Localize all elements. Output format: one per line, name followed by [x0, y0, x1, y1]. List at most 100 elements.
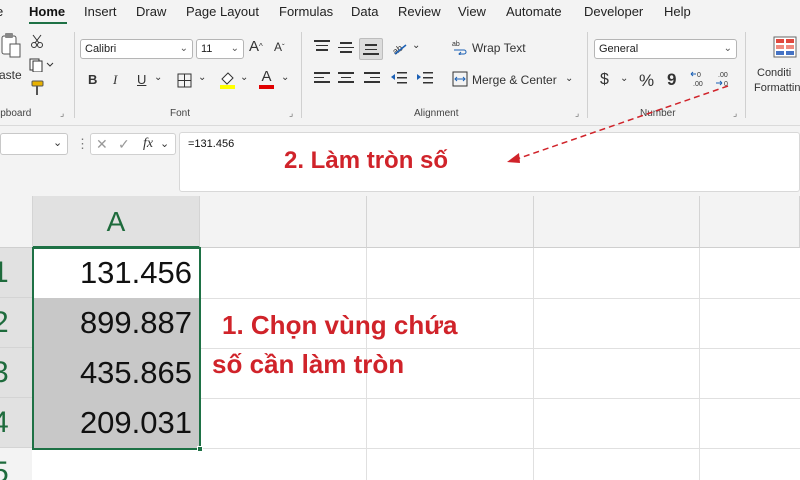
cut-icon[interactable] [30, 34, 44, 48]
clipboard-launcher-icon[interactable]: ⌟ [60, 108, 64, 119]
more-options-icon[interactable]: ⋮ [76, 136, 89, 152]
selection-border [32, 247, 201, 450]
conditional-formatting-label-1[interactable]: Conditi [757, 67, 791, 79]
column-header[interactable] [534, 196, 700, 248]
font-launcher-icon[interactable]: ⌟ [289, 108, 293, 119]
decrease-indent-icon[interactable] [390, 70, 408, 86]
annotation-step2: 2. Làm tròn số [284, 147, 449, 174]
chevron-down-icon[interactable]: ⌄ [412, 40, 420, 51]
increase-indent-icon[interactable] [416, 70, 434, 86]
tab-insert[interactable]: Insert [84, 4, 117, 19]
tab-help[interactable]: Help [664, 4, 691, 19]
currency-button[interactable]: $ [600, 71, 609, 89]
decrease-decimal-icon[interactable]: .00 0 [715, 69, 733, 89]
column-header[interactable] [200, 196, 367, 248]
chevron-down-icon[interactable]: ⌄ [565, 73, 573, 84]
name-box[interactable]: ⌄ [0, 133, 68, 155]
column-header[interactable] [367, 196, 534, 248]
italic-button[interactable]: I [113, 72, 117, 88]
chevron-down-icon[interactable]: ⌄ [198, 72, 206, 83]
tab-draw[interactable]: Draw [136, 4, 166, 19]
excel-window: e Home Insert Draw Page Layout Formulas … [0, 0, 800, 480]
format-painter-icon[interactable] [30, 80, 46, 96]
group-divider [301, 32, 302, 118]
tab-review[interactable]: Review [398, 4, 441, 19]
cancel-icon[interactable]: ✕ [96, 136, 108, 153]
middle-align-icon[interactable] [338, 42, 354, 56]
align-center-icon[interactable] [338, 72, 354, 86]
column-header-a[interactable]: A [33, 196, 200, 248]
row-header[interactable]: 4 [0, 398, 32, 448]
ribbon-tabs: e Home Insert Draw Page Layout Formulas … [0, 0, 800, 24]
chevron-down-icon[interactable]: ⌄ [620, 73, 628, 84]
increase-font-size-button[interactable]: A ^ [249, 38, 263, 55]
svg-text:0: 0 [697, 72, 701, 79]
top-align-icon[interactable] [314, 40, 330, 54]
paste-icon[interactable] [0, 32, 22, 60]
tab-page-layout[interactable]: Page Layout [186, 4, 259, 19]
tab-home[interactable]: Home [29, 4, 65, 19]
align-right-icon[interactable] [364, 72, 380, 86]
borders-icon[interactable] [177, 73, 192, 88]
tab-data[interactable]: Data [351, 4, 378, 19]
insert-function-button[interactable]: fx [143, 136, 153, 152]
annotation-step1-line1: 1. Chọn vùng chứa [222, 310, 458, 340]
alignment-group-label: Alignment [414, 108, 459, 119]
copy-icon[interactable] [29, 58, 55, 72]
font-color-glyph: A [261, 68, 272, 85]
conditional-formatting-label-2[interactable]: Formattin [754, 82, 800, 94]
merge-center-button[interactable]: Merge & Center [472, 73, 557, 87]
tab-file[interactable]: e [0, 4, 3, 19]
fill-color-icon[interactable] [219, 70, 236, 90]
row-header[interactable]: 5 [0, 448, 32, 480]
row-header[interactable]: 2 [0, 298, 32, 348]
tab-automate[interactable]: Automate [506, 4, 562, 19]
chevron-down-icon[interactable]: ⌄ [240, 72, 248, 83]
tab-developer[interactable]: Developer [584, 4, 643, 19]
row-header[interactable]: 1 [0, 248, 32, 298]
column-header[interactable] [700, 196, 800, 248]
underline-button[interactable]: U [137, 72, 146, 87]
chevron-down-icon[interactable]: ⌄ [53, 136, 62, 149]
orientation-icon[interactable]: ab [391, 39, 409, 57]
comma-style-button[interactable]: 9 [667, 70, 676, 90]
svg-text:ab: ab [391, 43, 405, 57]
grow-glyph: A [249, 38, 260, 55]
chevron-down-icon[interactable]: ⌄ [154, 72, 162, 83]
conditional-formatting-icon[interactable] [773, 36, 797, 58]
alignment-launcher-icon[interactable]: ⌟ [575, 108, 579, 119]
row-number: 3 [0, 356, 9, 389]
formula-input[interactable]: =131.456 [179, 132, 800, 192]
bold-button[interactable]: B [88, 72, 97, 87]
svg-text:.00: .00 [718, 72, 728, 79]
font-name-value: Calibri [85, 43, 117, 55]
chevron-down-icon[interactable]: ⌄ [281, 72, 289, 83]
row-header[interactable]: 3 [0, 348, 32, 398]
tab-view[interactable]: View [458, 4, 486, 19]
number-format-select[interactable]: General ⌄ [594, 39, 737, 59]
font-color-button[interactable]: A [259, 68, 274, 90]
chevron-down-icon[interactable]: ⌄ [160, 137, 169, 150]
align-left-icon[interactable] [314, 72, 330, 86]
svg-text:0: 0 [724, 81, 728, 88]
merge-center-icon[interactable] [452, 71, 468, 87]
tab-formulas[interactable]: Formulas [279, 4, 333, 19]
wrap-text-icon[interactable]: ab [452, 39, 468, 55]
row-number: 2 [0, 306, 9, 339]
fill-handle[interactable] [197, 446, 203, 452]
number-launcher-icon[interactable]: ⌟ [733, 108, 737, 119]
formula-controls: ✕ ✓ fx ⌄ [90, 133, 176, 155]
row-number: 1 [0, 256, 9, 289]
font-color-swatch [259, 85, 274, 89]
font-size-value: 11 [201, 43, 213, 55]
font-size-select[interactable]: 11 ⌄ [196, 39, 244, 59]
font-name-select[interactable]: Calibri ⌄ [80, 39, 193, 59]
increase-decimal-icon[interactable]: 0.00 [690, 69, 708, 89]
enter-icon[interactable]: ✓ [118, 136, 130, 153]
percent-button[interactable]: % [639, 71, 654, 91]
row-number: 4 [0, 406, 9, 439]
select-all-corner[interactable] [0, 196, 33, 248]
decrease-font-size-button[interactable]: Aˇ [274, 40, 285, 54]
paste-button-label[interactable]: aste [0, 68, 22, 82]
wrap-text-button[interactable]: Wrap Text [472, 41, 526, 55]
